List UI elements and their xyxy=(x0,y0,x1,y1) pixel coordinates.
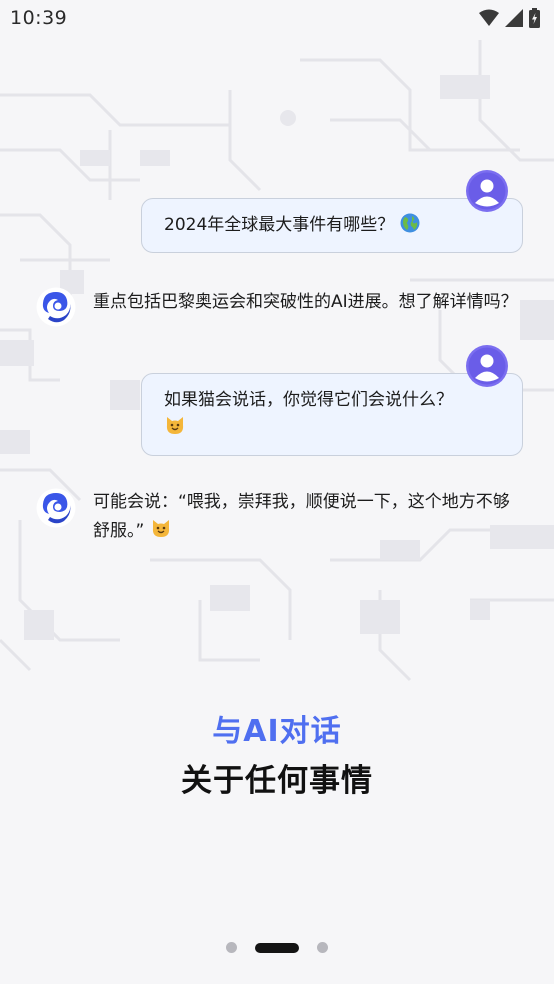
user-message-text: 2024年全球最大事件有哪些？ xyxy=(164,215,395,235)
page-dot[interactable] xyxy=(317,942,328,953)
ai-message-text: 重点包括巴黎奥运会和突破性的AI进展。想了解详情吗？ xyxy=(93,292,518,312)
page-dot[interactable] xyxy=(226,942,237,953)
ai-assistant-logo xyxy=(36,488,76,528)
user-avatar xyxy=(466,170,508,212)
ai-message-text: 可能会说：“喂我，崇拜我，顺便说一下，这个地方不够舒服。” xyxy=(93,488,523,546)
onboarding-screen: 10:39 2024年全球最大事件有哪些？ 重点包括巴黎奥运会和突破性的AI进展… xyxy=(0,0,554,984)
status-bar: 10:39 xyxy=(0,0,554,38)
status-time: 10:39 xyxy=(10,7,68,29)
cat-emoji-icon xyxy=(166,417,184,434)
headline-main: 关于任何事情 xyxy=(181,763,373,799)
page-dot-active[interactable] xyxy=(255,942,299,953)
wifi-icon xyxy=(479,9,499,26)
user-message-text: 如果猫会说话，你觉得它们会说什么？ xyxy=(164,390,453,410)
headline-accent: 与AI对话 xyxy=(212,714,342,749)
page-indicator xyxy=(0,942,554,953)
globe-emoji-icon xyxy=(400,213,420,233)
user-avatar xyxy=(466,345,508,387)
status-icons xyxy=(479,8,540,28)
cat-emoji-icon xyxy=(152,520,169,537)
signal-icon xyxy=(505,9,523,27)
ai-assistant-logo xyxy=(36,287,76,327)
battery-charging-icon xyxy=(529,8,540,28)
